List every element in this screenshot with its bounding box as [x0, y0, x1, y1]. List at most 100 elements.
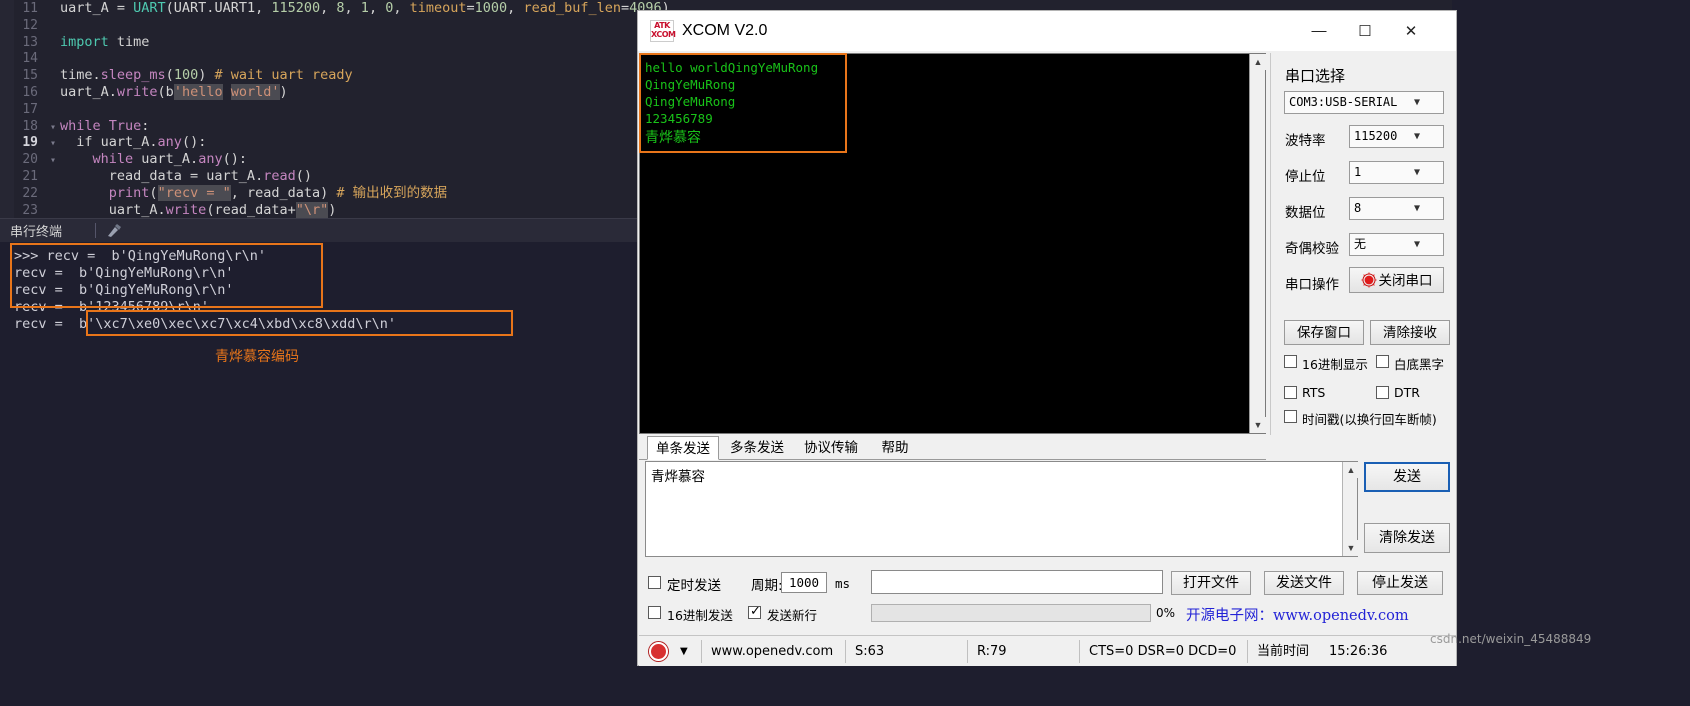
- clear-broom-icon[interactable]: [105, 222, 123, 239]
- chevron-down-icon: ▼: [1413, 131, 1421, 142]
- maximize-icon: ☐: [1358, 23, 1372, 40]
- code-token: 'hello: [173, 83, 223, 100]
- code-token: # 输出收到的数据: [336, 184, 448, 201]
- chevron-down-icon: ▼: [1413, 203, 1421, 214]
- xcom-titlebar[interactable]: ATK XCOM XCOM V2.0 — ☐ ✕: [638, 11, 1456, 51]
- tab-single-send[interactable]: 单条发送: [647, 436, 719, 460]
- code-token: uart_A.: [60, 201, 166, 218]
- parity-value: 无: [1354, 237, 1367, 251]
- close-icon: ✕: [1404, 23, 1418, 40]
- tab-help[interactable]: 帮助: [869, 436, 921, 460]
- line-number: 19: [22, 135, 38, 151]
- tab-protocol[interactable]: 协议传输: [795, 436, 867, 460]
- send-file-button[interactable]: 发送文件: [1264, 571, 1344, 595]
- send-scrollbar[interactable]: ▲ ▼: [1342, 462, 1359, 556]
- code-token: =: [466, 0, 475, 16]
- send-text-value: 青烨慕容: [651, 469, 705, 485]
- code-token: world': [230, 83, 280, 100]
- period-unit-label: ms: [835, 576, 851, 591]
- screenshot-root: 11 uart_A = UART(UART.UART1, 115200, 8, 1…: [0, 0, 1690, 706]
- line-number: 16: [22, 84, 38, 100]
- code-token: ): [328, 201, 337, 218]
- line-number: 14: [22, 51, 38, 67]
- databits-value: 8: [1354, 201, 1362, 215]
- receive-line: QingYeMuRong: [645, 94, 736, 109]
- statusbar-url[interactable]: www.openedv.com: [711, 636, 833, 667]
- dtr-checkbox[interactable]: [1376, 386, 1389, 399]
- line-number: 22: [22, 185, 38, 201]
- scroll-down-icon[interactable]: ▼: [1250, 417, 1266, 433]
- code-token: , read_data): [230, 184, 337, 201]
- receive-scrollbar[interactable]: ▲ ▼: [1249, 54, 1266, 433]
- hex-display-checkbox[interactable]: [1284, 355, 1297, 368]
- watermark-text: csdn.net/weixin_45488849: [1430, 632, 1592, 646]
- code-token: write: [116, 83, 158, 100]
- right-side-panel: RO Res - 没有 80 120 中位数 0 最大 0 点 L 80 120…: [1452, 0, 1690, 706]
- code-token: while: [60, 117, 109, 134]
- hex-send-checkbox[interactable]: [648, 606, 661, 619]
- code-token: ():: [222, 151, 247, 168]
- port-select[interactable]: COM3:USB-SERIAL ▼: [1284, 91, 1444, 114]
- record-indicator-icon[interactable]: [649, 642, 668, 661]
- line-number: 12: [22, 17, 38, 33]
- save-window-button[interactable]: 保存窗口: [1284, 320, 1364, 345]
- parity-select[interactable]: 无 ▼: [1349, 233, 1444, 256]
- send-textarea[interactable]: 青烨慕容 ▲ ▼: [645, 461, 1359, 557]
- terminal-tabbar: 串行终端: [0, 218, 637, 242]
- clear-receive-button[interactable]: 清除接收: [1370, 320, 1450, 345]
- receive-line: hello worldQingYeMuRong: [645, 60, 819, 75]
- statusbar-dropdown-icon[interactable]: ▼: [680, 636, 688, 667]
- code-token: ,: [393, 0, 410, 16]
- file-path-input[interactable]: [871, 570, 1163, 594]
- stop-send-button[interactable]: 停止发送: [1357, 571, 1443, 595]
- maximize-button[interactable]: ☐: [1342, 11, 1388, 51]
- annotation-box-recv-strings: [10, 243, 323, 308]
- receive-display[interactable]: hello worldQingYeMuRong QingYeMuRong Qin…: [639, 53, 1266, 434]
- code-token: ): [279, 83, 288, 100]
- white-bg-checkbox[interactable]: [1376, 355, 1389, 368]
- timestamp-label: 时间戳(以换行回车断帧): [1302, 412, 1437, 427]
- scroll-up-icon[interactable]: ▲: [1343, 462, 1359, 478]
- xcom-statusbar: ▼ www.openedv.com S:63 R:79 CTS=0 DSR=0 …: [639, 635, 1456, 666]
- timestamp-checkbox[interactable]: [1284, 410, 1297, 423]
- code-token: (): [295, 167, 312, 184]
- line-number: 13: [22, 34, 38, 50]
- terminal-tab-label[interactable]: 串行终端: [10, 221, 62, 240]
- minimize-button[interactable]: —: [1296, 11, 1342, 51]
- close-button[interactable]: ✕: [1388, 11, 1434, 51]
- stopbits-select[interactable]: 1 ▼: [1349, 161, 1444, 184]
- open-file-button[interactable]: 打开文件: [1171, 571, 1251, 595]
- scroll-down-icon[interactable]: ▼: [1343, 540, 1359, 556]
- scroll-up-icon[interactable]: ▲: [1250, 54, 1266, 70]
- receive-line: 123456789: [645, 111, 713, 126]
- annotation-box-encoded-bytes: [86, 310, 513, 336]
- period-input[interactable]: 1000: [781, 572, 827, 593]
- code-token: (read_data+: [206, 201, 296, 218]
- code-token: if uart_A.: [60, 134, 158, 151]
- terminal-output[interactable]: >>> recv = b'QingYeMuRong\r\n' recv = b'…: [0, 242, 637, 706]
- send-button[interactable]: 发送: [1364, 462, 1450, 492]
- rts-checkbox[interactable]: [1284, 386, 1297, 399]
- newline-send-checkbox[interactable]: [748, 603, 761, 619]
- promo-link[interactable]: 开源电子网：www.openedv.com: [1186, 604, 1409, 625]
- baudrate-select[interactable]: 115200 ▼: [1349, 125, 1444, 148]
- close-serial-button[interactable]: 关闭串口: [1349, 267, 1444, 293]
- code-token: (: [165, 67, 174, 84]
- databits-label: 数据位: [1285, 205, 1326, 221]
- databits-select[interactable]: 8 ▼: [1349, 197, 1444, 220]
- clear-send-button[interactable]: 清除发送: [1364, 523, 1450, 553]
- code-token: import: [60, 33, 117, 50]
- send-mode-tabbar: 单条发送 多条发送 协议传输 帮助: [639, 436, 1266, 460]
- statusbar-time-value: 15:26:36: [1329, 644, 1388, 659]
- tab-multi-send[interactable]: 多条发送: [721, 436, 793, 460]
- statusbar-sent-count: S:63: [855, 644, 885, 659]
- close-serial-label: 关闭串口: [1378, 273, 1433, 289]
- code-token: any: [198, 151, 223, 168]
- timed-send-checkbox[interactable]: [648, 576, 661, 589]
- code-token: True: [108, 117, 142, 134]
- line-number: 21: [22, 168, 38, 184]
- code-token: write: [165, 201, 207, 218]
- code-token: read_buf_len: [523, 0, 621, 16]
